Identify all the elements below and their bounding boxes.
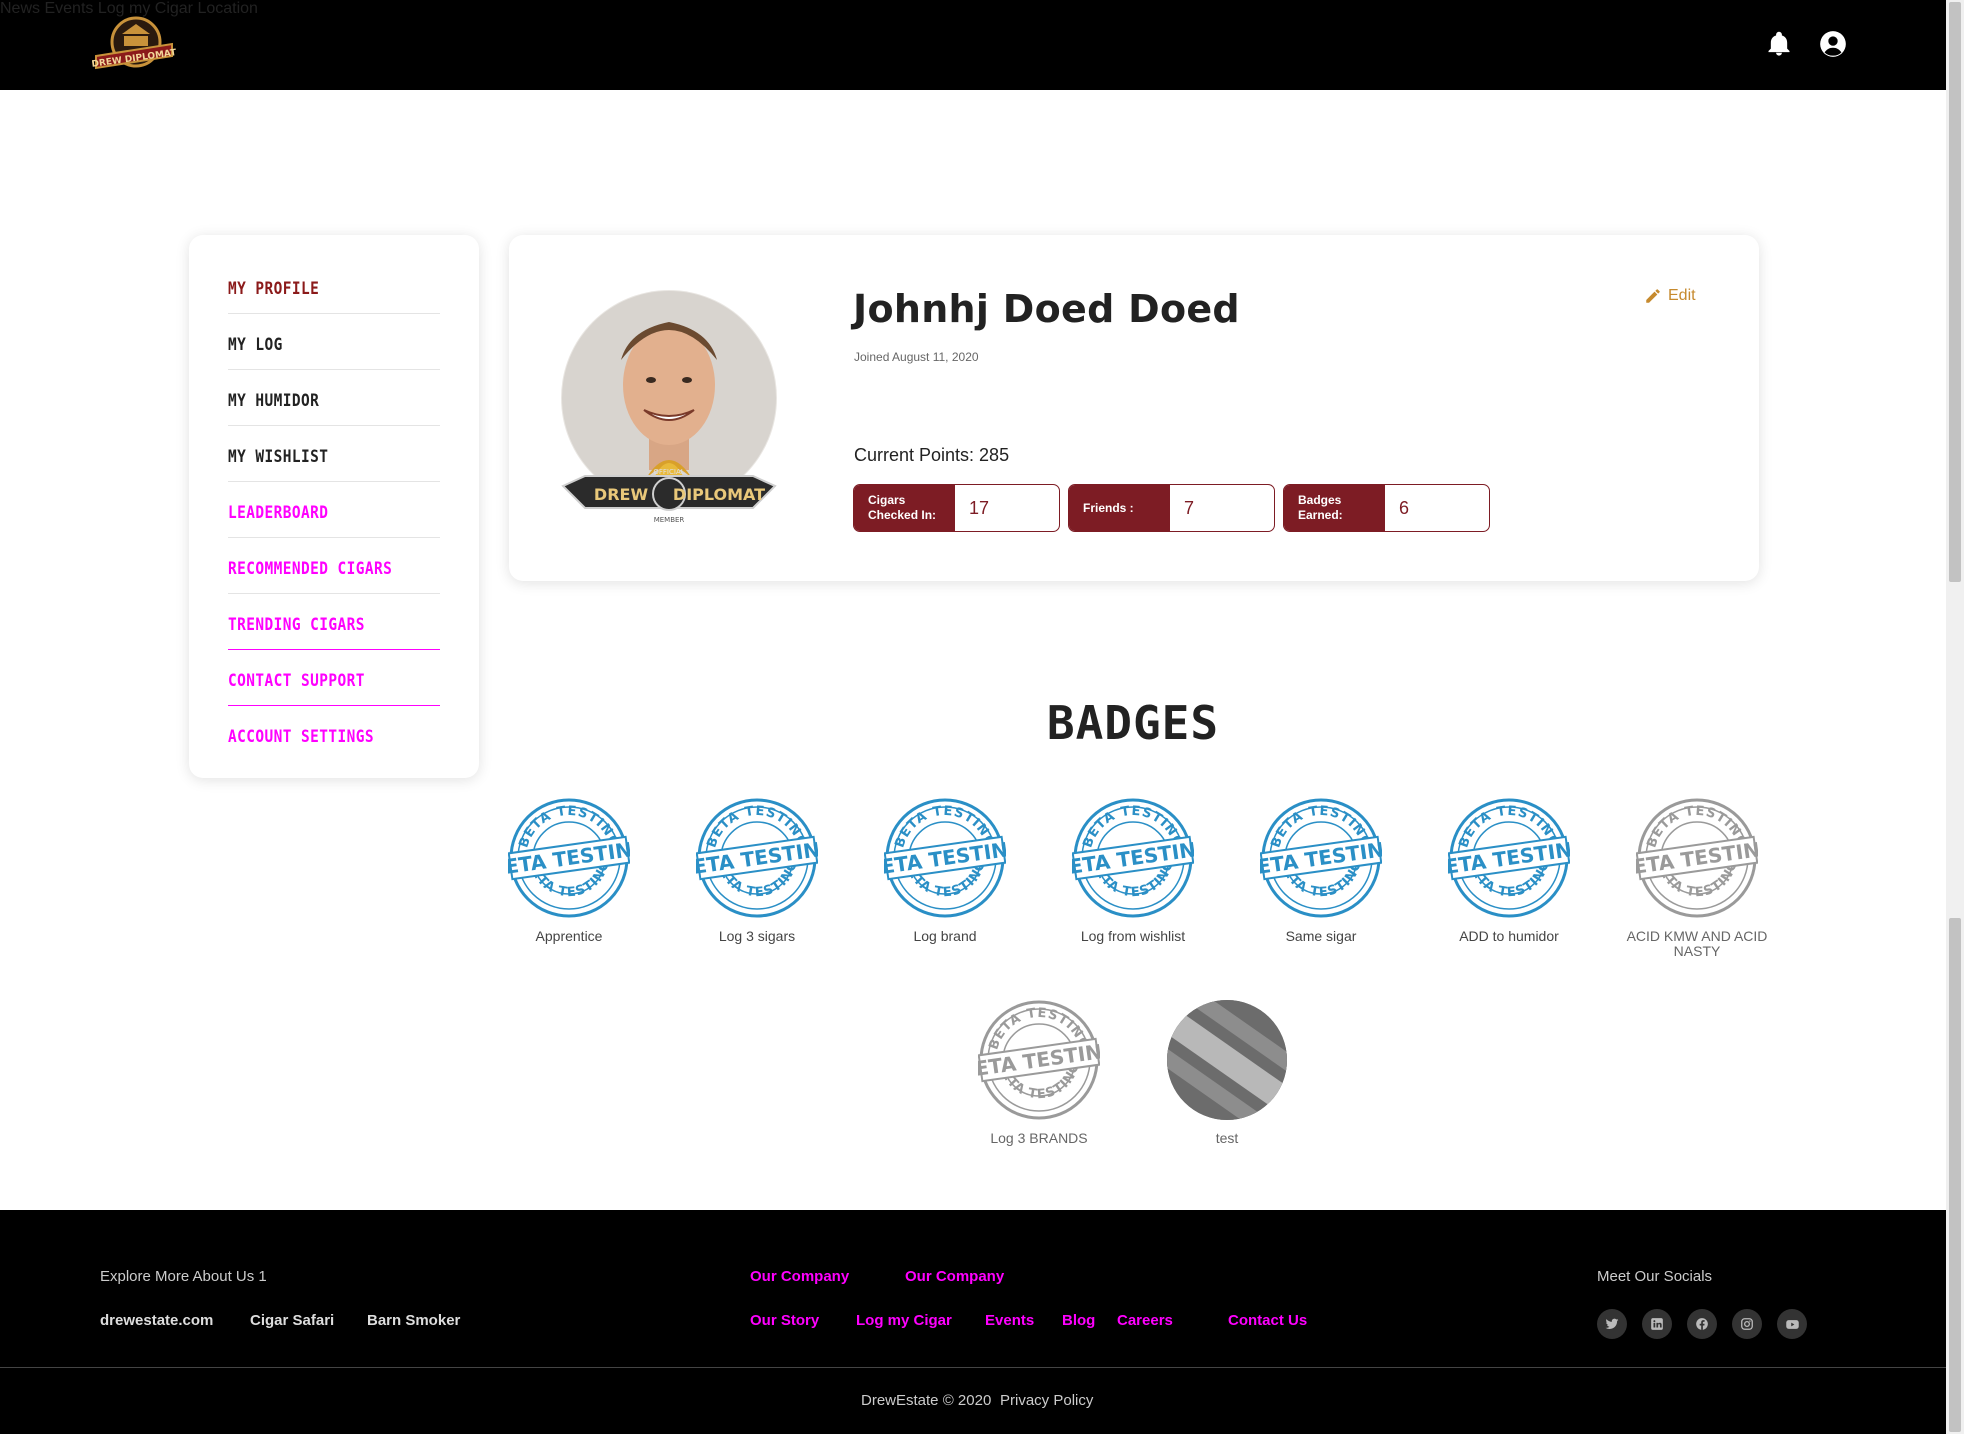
site-footer: Explore More About Us 1 drewestate.com C… [0,1210,1946,1434]
badge-label: ADD to humidor [1459,928,1559,944]
stat-friends[interactable]: Friends : 7 [1068,484,1275,532]
scrollbar-track-lower[interactable] [1949,918,1961,1432]
sidebar-item-leaderboard[interactable]: Leaderboard [228,481,440,538]
badge-test[interactable]: test [1152,999,1302,1146]
beta-testing-stamp-icon: BETA TESTING BETA TESTING BETA TESTING [508,798,630,918]
stat-value: 17 [969,497,990,518]
footer-link-cigar-safari[interactable]: Cigar Safari [250,1312,334,1329]
sidebar-item-trending-cigars[interactable]: Trending Cigars [228,593,440,650]
badge-acid-kmw[interactable]: BETA TESTING BETA TESTING BETA TESTING A… [1622,797,1772,959]
footer-link-log-my-cigar[interactable]: Log my Cigar [856,1312,952,1329]
sidebar-item-my-log[interactable]: My Log [228,313,440,370]
badge-label: Log 3 BRANDS [990,1130,1088,1146]
twitter-icon[interactable] [1597,1309,1627,1339]
badge-same-sigar[interactable]: BETA TESTING BETA TESTING BETA TESTING S… [1246,797,1396,944]
stat-cigars-checked-in: Cigars Checked In: 17 [853,484,1060,532]
badges-heading: BADGES [1046,696,1220,750]
badge-label: Log brand [913,928,977,944]
stat-value: 7 [1184,497,1195,518]
badge-label: Log 3 sigars [718,928,796,944]
top-navbar: DREW DIPLOMAT News Events Log my Cigar L… [0,0,1946,90]
svg-text:DIPLOMAT: DIPLOMAT [673,485,765,504]
pencil-icon [1646,289,1660,303]
sidebar-item-my-humidor[interactable]: My Humidor [228,369,440,426]
footer-link-our-story[interactable]: Our Story [750,1312,819,1329]
edit-label: Edit [1668,287,1696,304]
footer-divider [0,1367,1946,1368]
footer-link-contact-us[interactable]: Contact Us [1228,1312,1307,1329]
sidebar-item-recommended-cigars[interactable]: Recommended Cigars [228,537,440,594]
profile-card: DREW DIPLOMAT OFFICIAL MEMBER Johnhj Doe… [509,235,1759,581]
badge-label: ACID KMW AND ACID NASTY [1626,928,1768,959]
copyright: DrewEstate © 2020 [861,1392,992,1409]
stat-label: Badges Earned: [1284,485,1385,531]
privacy-policy-link[interactable]: Privacy Policy [1000,1392,1093,1409]
beta-testing-stamp-icon: BETA TESTING BETA TESTING BETA TESTING [978,1000,1100,1120]
edit-profile-button[interactable]: Edit [1644,287,1696,305]
badge-label: Same sigar [1285,928,1357,944]
joined-date: Joined August 11, 2020 [854,350,979,364]
footer-link-blog[interactable]: Blog [1062,1312,1095,1329]
badge-apprentice[interactable]: BETA TESTING BETA TESTING BETA TESTING A… [494,797,644,944]
youtube-icon[interactable] [1777,1309,1807,1339]
footer-socials-title: Meet Our Socials [1597,1268,1713,1285]
stat-label: Friends : [1069,485,1170,531]
instagram-icon[interactable] [1732,1309,1762,1339]
bell-icon[interactable] [1765,30,1793,58]
beta-testing-stamp-icon: BETA TESTING BETA TESTING BETA TESTING [1260,798,1382,918]
beta-testing-stamp-icon: BETA TESTING BETA TESTING BETA TESTING [1448,798,1570,918]
badge-add-to-humidor[interactable]: BETA TESTING BETA TESTING BETA TESTING A… [1434,797,1584,944]
profile-avatar: DREW DIPLOMAT OFFICIAL MEMBER [561,290,777,524]
cigar-photo-icon [1167,1000,1287,1120]
beta-testing-stamp-icon: BETA TESTING BETA TESTING BETA TESTING [1636,798,1758,918]
sidebar-item-my-wishlist[interactable]: My Wishlist [228,425,440,482]
footer-link-drewestate[interactable]: drewestate.com [100,1312,213,1329]
footer-link-barn-smoker[interactable]: Barn Smoker [367,1312,460,1329]
facebook-icon[interactable] [1687,1309,1717,1339]
beta-testing-stamp-icon: BETA TESTING BETA TESTING BETA TESTING [1072,798,1194,918]
scrollbar-thumb[interactable] [1949,2,1961,582]
footer-link-careers[interactable]: Careers [1117,1312,1173,1329]
footer-our-company-header: Our Company [750,1268,850,1285]
footer-link-events[interactable]: Events [985,1312,1034,1329]
current-points: Current Points: 285 [854,445,1010,465]
drew-diplomat-logo[interactable]: DREW DIPLOMAT [92,12,176,78]
badge-log-3-sigars[interactable]: BETA TESTING BETA TESTING BETA TESTING L… [682,797,832,944]
svg-text:DREW: DREW [594,485,649,504]
badge-log-brand[interactable]: BETA TESTING BETA TESTING BETA TESTING L… [870,797,1020,944]
nav-location[interactable]: Location [197,0,258,17]
nav-news[interactable]: News [0,0,40,17]
linkedin-icon[interactable] [1642,1309,1672,1339]
stat-value: 6 [1399,497,1410,518]
nav-events[interactable]: Events [44,0,93,17]
badge-label: test [1215,1130,1239,1146]
beta-testing-stamp-icon: BETA TESTING BETA TESTING BETA TESTING [696,798,818,918]
stat-badges-earned: Badges Earned: 6 [1283,484,1490,532]
badge-label: Log from wishlist [1080,928,1186,944]
badge-label: Apprentice [535,928,603,944]
profile-name: Johnhj Doed Doed [853,287,1240,331]
stat-label: Cigars Checked In: [854,485,955,531]
footer-explore-title: Explore More About Us 1 [100,1268,267,1285]
sidebar-item-my-profile[interactable]: My Profile [228,257,440,314]
user-account-icon[interactable] [1819,30,1847,58]
footer-our-company-header-2: Our Company [905,1268,1005,1285]
beta-testing-stamp-icon: BETA TESTING BETA TESTING BETA TESTING [884,798,1006,918]
badge-log-3-brands[interactable]: BETA TESTING BETA TESTING BETA TESTING L… [964,999,1114,1146]
svg-text:OFFICIAL: OFFICIAL [653,468,684,476]
svg-text:MEMBER: MEMBER [654,516,685,524]
badge-log-from-wishlist[interactable]: BETA TESTING BETA TESTING BETA TESTING L… [1058,797,1208,944]
